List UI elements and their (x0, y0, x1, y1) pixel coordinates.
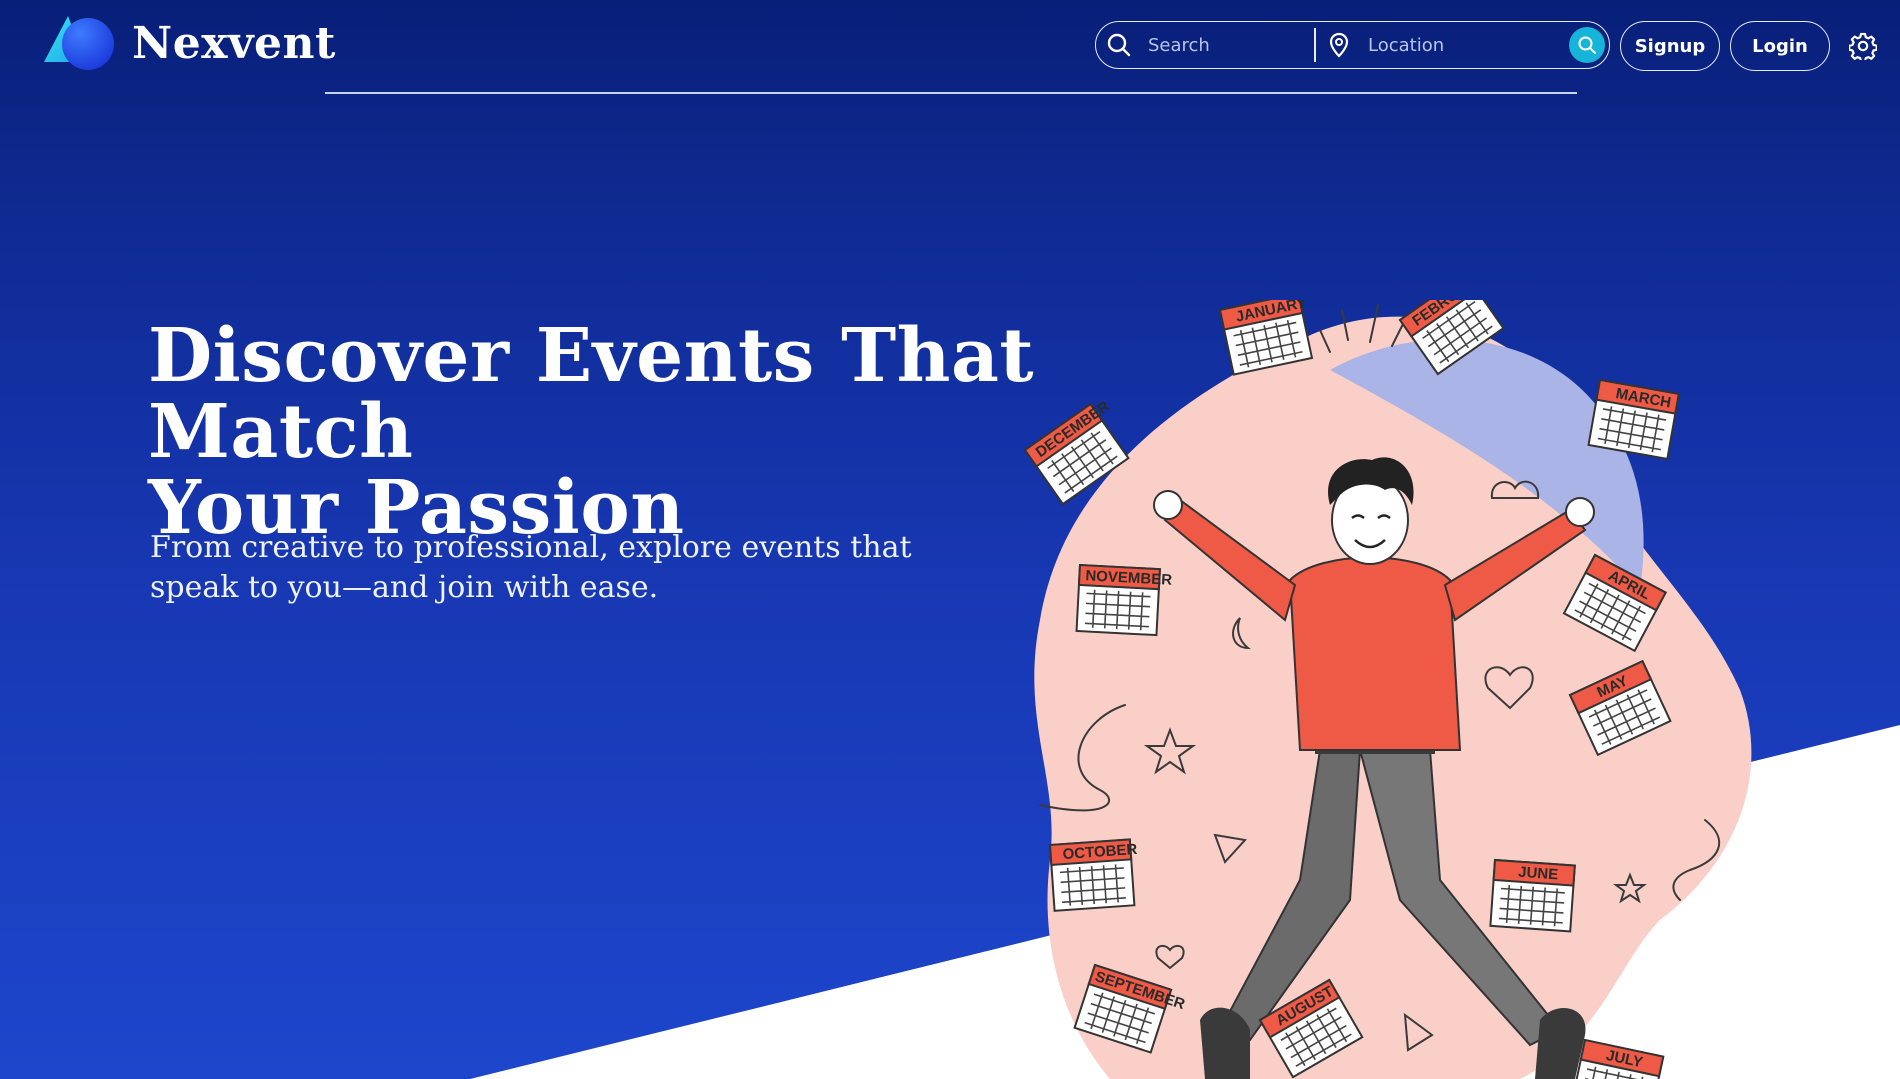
calendar-june: JUNE (1489, 859, 1576, 933)
logo-mark-icon (40, 12, 116, 74)
header-divider (325, 92, 1577, 94)
hero-title-line: Discover Events That Match (148, 313, 1035, 475)
calendar-october: OCTOBER (1049, 838, 1138, 912)
signup-button[interactable]: Signup (1620, 21, 1720, 71)
calendar-july: JULY (1570, 1039, 1665, 1079)
svg-text:JUNE: JUNE (1518, 864, 1559, 884)
calendar-march: MARCH (1587, 379, 1680, 460)
gear-icon[interactable] (1849, 32, 1877, 60)
search-submit-button[interactable] (1569, 27, 1605, 63)
hero-subtitle-line: From creative to professional, explore e… (150, 530, 912, 565)
search-input[interactable] (1146, 33, 1300, 57)
search-icon (1107, 33, 1131, 57)
login-button[interactable]: Login (1730, 21, 1830, 71)
search-divider (1314, 28, 1316, 62)
brand-name: Nexvent (132, 17, 336, 69)
brand-logo[interactable]: Nexvent (40, 12, 336, 74)
hero-title: Discover Events That Match Your Passion (148, 318, 1248, 546)
location-input[interactable] (1366, 33, 1520, 57)
search-icon (1578, 36, 1596, 54)
hero-subtitle-line: speak to you—and join with ease. (150, 570, 659, 605)
hero-subtitle: From creative to professional, explore e… (150, 528, 930, 608)
map-pin-icon (1329, 32, 1349, 58)
search-bar (1095, 21, 1610, 69)
